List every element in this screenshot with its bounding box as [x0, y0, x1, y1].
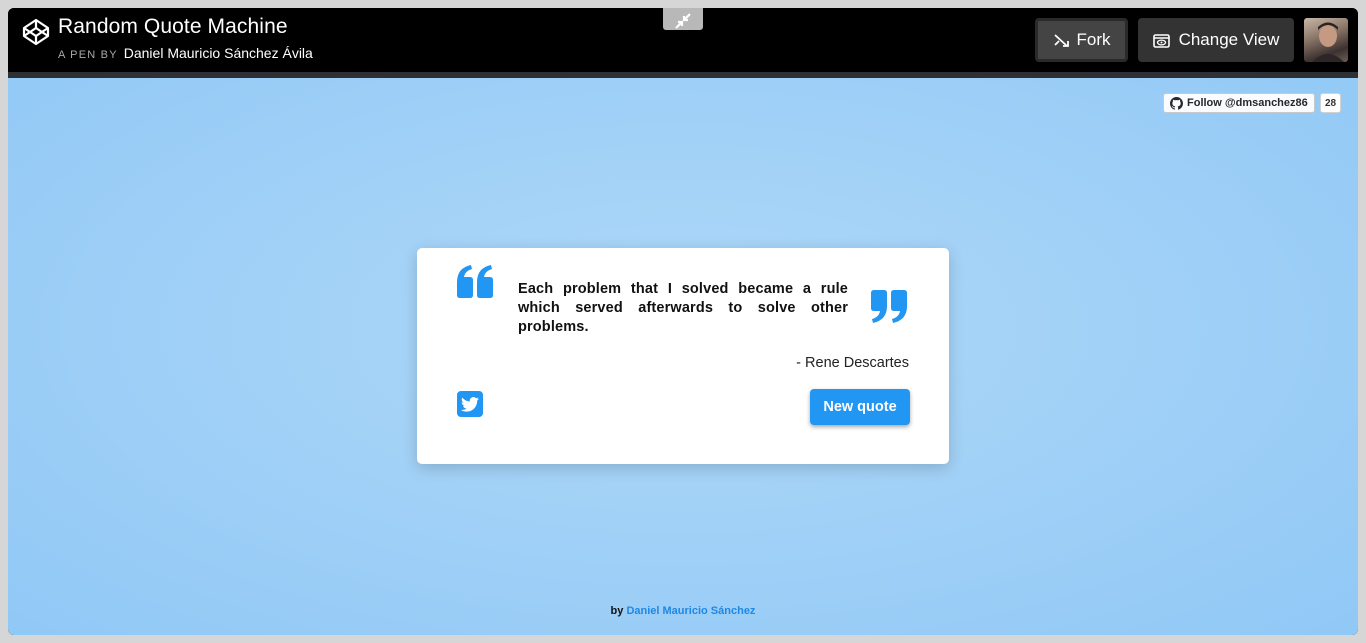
github-icon — [1170, 96, 1183, 110]
footer-credit: by Daniel Mauricio Sánchez — [8, 605, 1358, 617]
tweet-quote-button[interactable] — [457, 391, 483, 417]
change-view-label: Change View — [1178, 30, 1280, 49]
quote-author: - Rene Descartes — [796, 355, 909, 371]
twitter-icon — [461, 396, 479, 412]
quote-card: Each problem that I solved became a rule… — [417, 248, 949, 464]
new-quote-button[interactable]: New quote — [810, 389, 910, 425]
quote-open-icon — [457, 265, 493, 298]
credit-by-label: by — [610, 605, 624, 617]
fork-button[interactable]: Fork — [1035, 18, 1128, 62]
collapse-header-button[interactable] — [663, 8, 703, 30]
a-pen-by-label: A PEN BY — [58, 49, 118, 61]
pen-title: Random Quote Machine — [58, 15, 288, 38]
pen-preview: Follow @dmsanchez86 28 Each problem that… — [8, 78, 1358, 635]
pen-author-link[interactable]: Daniel Mauricio Sánchez Ávila — [124, 45, 313, 61]
github-follow-label: Follow @dmsanchez86 — [1187, 97, 1308, 109]
fork-icon — [1053, 34, 1069, 47]
eye-icon — [1152, 33, 1170, 48]
header: Random Quote Machine A PEN BY Daniel Maur… — [8, 8, 1358, 72]
credit-author-link[interactable]: Daniel Mauricio Sánchez — [626, 605, 755, 617]
github-follow-button[interactable]: Follow @dmsanchez86 — [1163, 93, 1315, 113]
pen-byline: A PEN BY Daniel Mauricio Sánchez Ávila — [58, 45, 313, 61]
user-avatar[interactable] — [1304, 18, 1348, 62]
quote-text: Each problem that I solved became a rule… — [518, 281, 848, 335]
quote-close-icon — [871, 290, 907, 323]
github-follower-count[interactable]: 28 — [1320, 93, 1341, 113]
change-view-button[interactable]: Change View — [1138, 18, 1294, 62]
fork-label: Fork — [1076, 30, 1111, 49]
pen-frame: Random Quote Machine A PEN BY Daniel Maur… — [8, 8, 1358, 635]
codepen-logo-icon[interactable] — [22, 18, 50, 46]
collapse-icon — [675, 13, 691, 29]
